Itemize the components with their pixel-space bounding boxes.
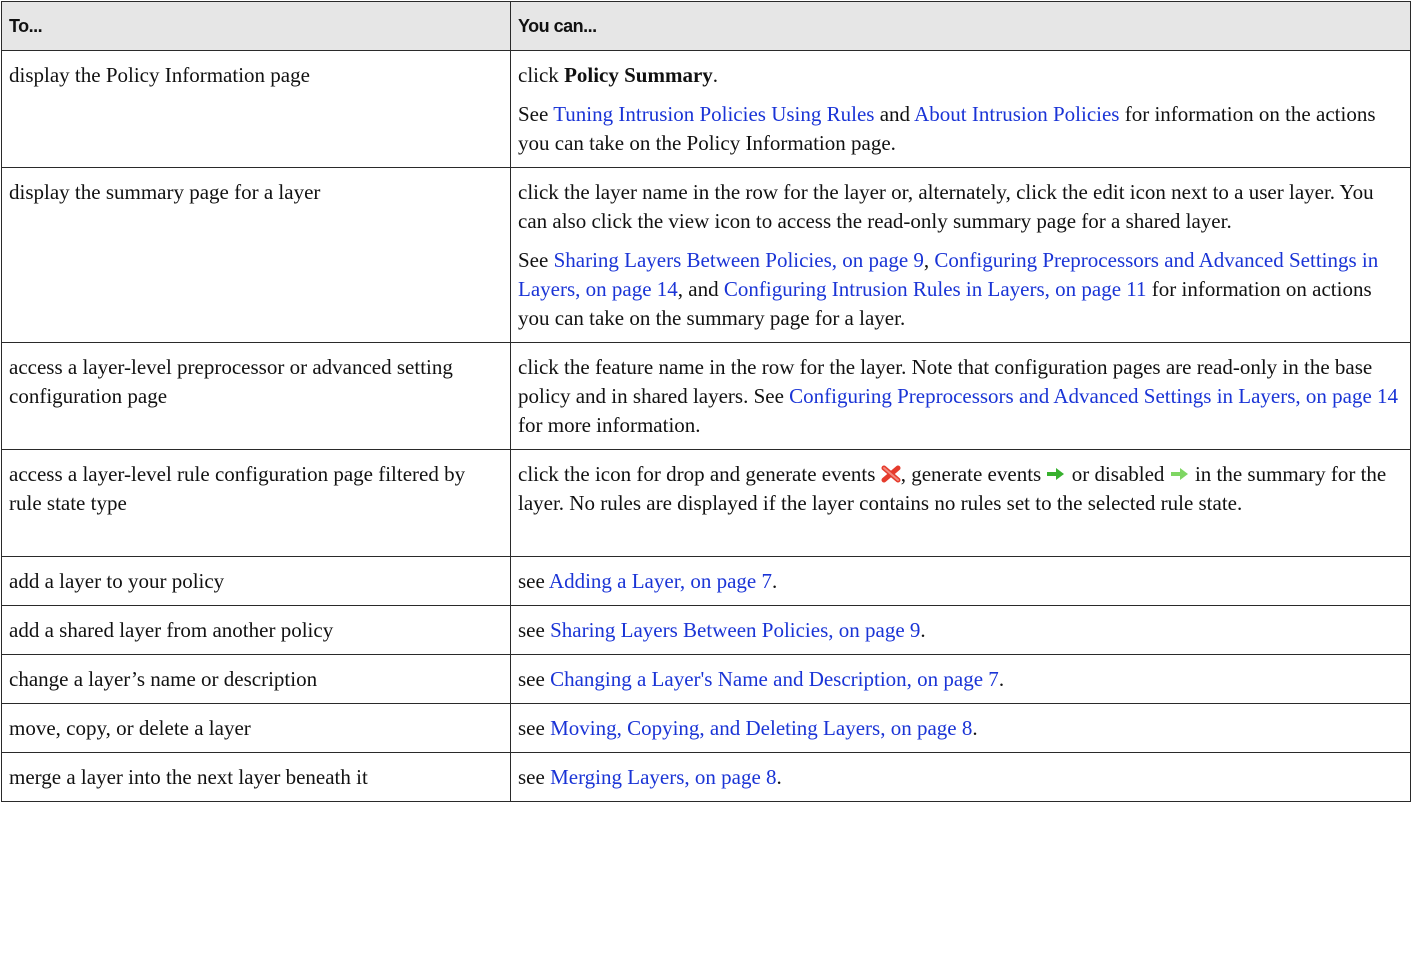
action-cell: add a layer to your policy <box>1 556 511 606</box>
table-row: add a layer to your policy see Adding a … <box>1 556 1411 606</box>
text: . <box>776 765 782 789</box>
instruction-cell: see Moving, Copying, and Deleting Layers… <box>510 703 1411 753</box>
action-cell: add a shared layer from another policy <box>1 605 511 655</box>
instruction-cell: click the layer name in the row for the … <box>510 167 1411 343</box>
text: See <box>518 102 554 126</box>
text: . <box>712 63 719 87</box>
link-configuring-intrusion-rules[interactable]: Configuring Intrusion Rules in Layers, o… <box>724 277 1147 301</box>
table-row: access a layer-level preprocessor or adv… <box>1 342 1411 450</box>
green-arrow-generate-icon <box>1046 462 1066 480</box>
link-configuring-preprocessors[interactable]: Configuring Preprocessors and Advanced S… <box>789 384 1398 408</box>
table-row: add a shared layer from another policy s… <box>1 605 1411 655</box>
table-row: merge a layer into the next layer beneat… <box>1 752 1411 802</box>
header-you-can: You can... <box>510 1 1411 51</box>
text: for more information. <box>518 413 701 437</box>
text: . <box>998 667 1005 691</box>
text: , and <box>677 277 724 301</box>
header-to: To... <box>1 1 511 51</box>
link-sharing-layers[interactable]: Sharing Layers Between Policies, on page… <box>550 618 920 642</box>
action-cell: display the summary page for a layer <box>1 167 511 343</box>
table-row: access a layer-level rule configuration … <box>1 449 1411 557</box>
light-green-arrow-disabled-icon <box>1170 462 1190 480</box>
table-row: display the Policy Information page clic… <box>1 50 1411 168</box>
action-cell: access a layer-level rule configuration … <box>1 449 511 557</box>
policy-summary-label: Policy Summary <box>564 63 713 87</box>
action-cell: change a layer’s name or description <box>1 654 511 704</box>
instruction-cell: see Changing a Layer's Name and Descript… <box>510 654 1411 704</box>
text: click <box>518 63 565 87</box>
text: or disabled <box>1066 462 1170 486</box>
red-x-drop-icon <box>881 462 901 483</box>
table-row: move, copy, or delete a layer see Moving… <box>1 703 1411 753</box>
text: see <box>518 569 549 593</box>
text: . <box>920 618 926 642</box>
instruction-cell: click Policy Summary. See Tuning Intrusi… <box>510 50 1411 168</box>
text: . <box>772 569 778 593</box>
text: see <box>518 667 551 691</box>
link-tuning-intrusion-policies[interactable]: Tuning Intrusion Policies Using Rules <box>553 102 874 126</box>
text: , <box>923 248 935 272</box>
link-merging-layers[interactable]: Merging Layers, on page 8 <box>550 765 776 789</box>
text: see <box>518 716 551 740</box>
text: click the layer name in the row for the … <box>518 180 1374 233</box>
table-row: display the summary page for a layer cli… <box>1 167 1411 343</box>
link-changing-layer-name[interactable]: Changing a Layer's Name and Description,… <box>550 667 999 691</box>
link-moving-copying-deleting[interactable]: Moving, Copying, and Deleting Layers, on… <box>550 716 972 740</box>
action-cell: display the Policy Information page <box>1 50 511 168</box>
instruction-cell: see Merging Layers, on page 8. <box>510 752 1411 802</box>
action-cell: access a layer-level preprocessor or adv… <box>1 342 511 450</box>
text: and <box>874 102 915 126</box>
link-about-intrusion-policies[interactable]: About Intrusion Policies <box>914 102 1119 126</box>
text: see <box>518 618 551 642</box>
instruction-cell: click the icon for drop and generate eve… <box>510 449 1411 557</box>
text: click the icon for drop and generate eve… <box>518 462 881 486</box>
instruction-cell: see Adding a Layer, on page 7. <box>510 556 1411 606</box>
text: . <box>972 716 978 740</box>
action-cell: move, copy, or delete a layer <box>1 703 511 753</box>
instruction-cell: see Sharing Layers Between Policies, on … <box>510 605 1411 655</box>
text: , generate events <box>900 462 1047 486</box>
link-sharing-layers[interactable]: Sharing Layers Between Policies, on page… <box>554 248 924 272</box>
table-row: change a layer’s name or description see… <box>1 654 1411 704</box>
action-cell: merge a layer into the next layer beneat… <box>1 752 511 802</box>
layer-actions-table: To... You can... display the Policy Info… <box>1 1 1411 802</box>
table-header-row: To... You can... <box>1 1 1411 51</box>
link-adding-a-layer[interactable]: Adding a Layer, on page 7 <box>549 569 772 593</box>
text: see <box>518 765 551 789</box>
instruction-cell: click the feature name in the row for th… <box>510 342 1411 450</box>
text: See <box>518 248 554 272</box>
